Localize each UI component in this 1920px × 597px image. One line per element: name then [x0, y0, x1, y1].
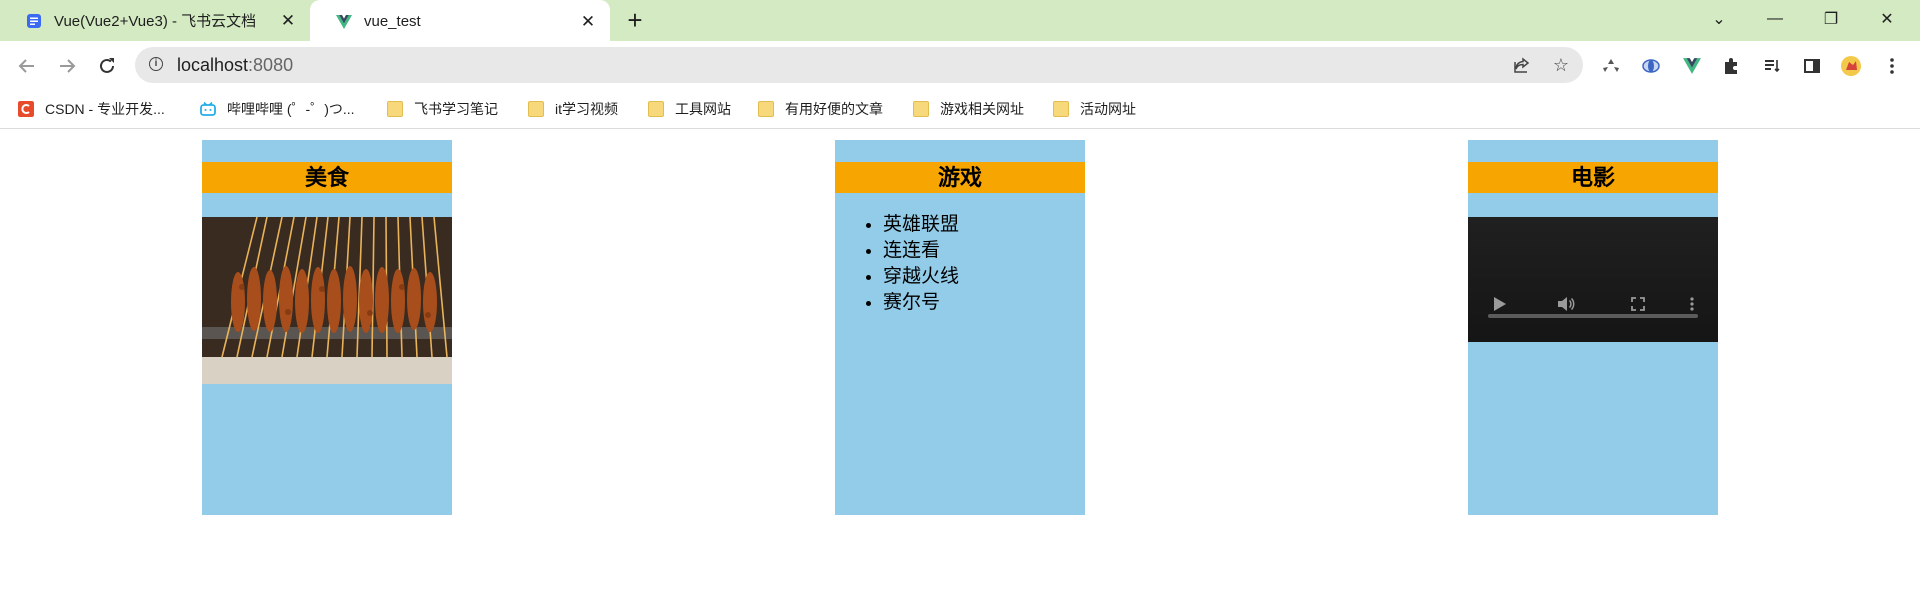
bookmark-label: 飞书学习笔记	[414, 101, 498, 117]
tab-vue-test[interactable]: vue_test ✕	[310, 0, 610, 43]
close-tab-icon[interactable]: ✕	[574, 12, 602, 32]
recycle-extension-icon[interactable]	[1598, 53, 1624, 79]
category-card-food: 美食	[202, 140, 452, 515]
tab-strip: Vue(Vue2+Vue3) - 飞书云文档 ✕ vue_test ✕ + ⌄ …	[0, 0, 1920, 43]
fullscreen-icon[interactable]	[1626, 292, 1650, 316]
arrow-left-icon	[18, 59, 34, 73]
bookmark-label: 活动网址	[1080, 101, 1136, 117]
url-host: localhost	[177, 55, 249, 75]
bookmark-csdn[interactable]: CSDN - 专业开发...	[18, 98, 165, 120]
puzzle-extensions-icon[interactable]	[1718, 53, 1744, 79]
page-content: 美食 游戏 • 英雄联盟 • 连连看 • 穿越火线 • 赛尔号 电影	[0, 129, 1920, 597]
bookmark-bilibili[interactable]: 哔哩哔哩 (゜-゜)つ...	[200, 98, 355, 120]
bookmark-folder-articles[interactable]: 有用好便的文章	[758, 98, 883, 120]
folder-icon	[528, 101, 544, 117]
bookmark-folder-feishu-notes[interactable]: 飞书学习笔记	[387, 98, 498, 120]
close-tab-icon[interactable]: ✕	[274, 11, 302, 31]
more-options-icon[interactable]	[1680, 292, 1704, 316]
bookmark-label: 游戏相关网址	[940, 101, 1024, 117]
reload-button[interactable]	[92, 51, 122, 81]
bookmark-folder-tools[interactable]: 工具网站	[648, 98, 731, 120]
video-player[interactable]	[1468, 217, 1718, 342]
feishu-doc-icon	[27, 13, 41, 28]
category-title: 游戏	[835, 162, 1085, 193]
volume-icon[interactable]	[1554, 292, 1578, 316]
tab-title: vue_test	[364, 13, 421, 30]
browser-toolbar: i localhost:8080 ☆	[0, 41, 1920, 90]
list-item: 赛尔号	[883, 290, 959, 316]
bookmark-label: 工具网站	[675, 101, 731, 117]
tab-title: Vue(Vue2+Vue3) - 飞书云文档	[54, 13, 257, 30]
close-window-button[interactable]: ✕	[1859, 0, 1915, 38]
play-icon[interactable]	[1488, 292, 1512, 316]
food-image	[202, 217, 452, 384]
category-card-movies: 电影	[1468, 140, 1718, 515]
folder-icon	[758, 101, 774, 117]
forward-button[interactable]	[52, 51, 82, 81]
arrow-right-icon	[60, 59, 76, 73]
category-card-games: 游戏 英雄联盟 连连看 穿越火线 赛尔号	[835, 140, 1085, 515]
address-bar[interactable]: i localhost:8080 ☆	[135, 47, 1583, 83]
bookmark-star-icon[interactable]: ☆	[1550, 54, 1572, 76]
profile-avatar-icon[interactable]	[1838, 53, 1864, 79]
list-item: 英雄联盟	[883, 212, 959, 238]
bookmark-label: it学习视频	[555, 101, 618, 117]
new-tab-button[interactable]: +	[620, 6, 650, 36]
back-button[interactable]	[12, 51, 42, 81]
bilibili-icon	[200, 101, 216, 116]
bookmark-folder-events[interactable]: 活动网址	[1053, 98, 1136, 120]
restore-button[interactable]: ❐	[1803, 0, 1859, 38]
category-title: 美食	[202, 162, 452, 193]
bookmark-label: CSDN - 专业开发...	[45, 101, 165, 117]
url-port: :8080	[248, 55, 294, 75]
tab-feishu-doc[interactable]: Vue(Vue2+Vue3) - 飞书云文档 ✕	[0, 0, 310, 41]
bookmark-folder-games[interactable]: 游戏相关网址	[913, 98, 1024, 120]
csdn-logo-icon	[18, 101, 34, 117]
bookmark-label: 哔哩哔哩 (゜-゜)つ...	[227, 101, 355, 117]
vue-logo-icon	[336, 14, 352, 29]
reload-icon	[100, 58, 114, 73]
list-item: 穿越火线	[883, 264, 959, 290]
minimize-button[interactable]: —	[1747, 0, 1803, 38]
bookmark-label: 有用好便的文章	[785, 101, 883, 117]
share-icon[interactable]	[1511, 54, 1533, 76]
bookmarks-bar: CSDN - 专业开发... 哔哩哔哩 (゜-゜)つ... 飞书学习笔记 it学…	[0, 90, 1920, 129]
tab-search-button[interactable]: ⌄	[1691, 0, 1747, 38]
folder-icon	[913, 101, 929, 117]
vue-devtools-icon[interactable]	[1679, 53, 1705, 79]
list-item: 连连看	[883, 238, 959, 264]
bookmark-folder-it-videos[interactable]: it学习视频	[528, 98, 618, 120]
folder-icon	[387, 101, 403, 117]
url-text: localhost:8080	[177, 55, 293, 76]
site-info-icon[interactable]: i	[149, 57, 163, 71]
folder-icon	[648, 101, 664, 117]
game-list: 英雄联盟 连连看 穿越火线 赛尔号	[859, 212, 959, 316]
folder-icon	[1053, 101, 1069, 117]
reading-list-icon[interactable]	[1759, 53, 1785, 79]
ellipse-extension-icon[interactable]	[1638, 53, 1664, 79]
side-panel-icon[interactable]	[1799, 53, 1825, 79]
category-title: 电影	[1468, 162, 1718, 193]
video-progress-bar[interactable]	[1488, 314, 1698, 318]
more-menu-icon[interactable]	[1879, 53, 1905, 79]
